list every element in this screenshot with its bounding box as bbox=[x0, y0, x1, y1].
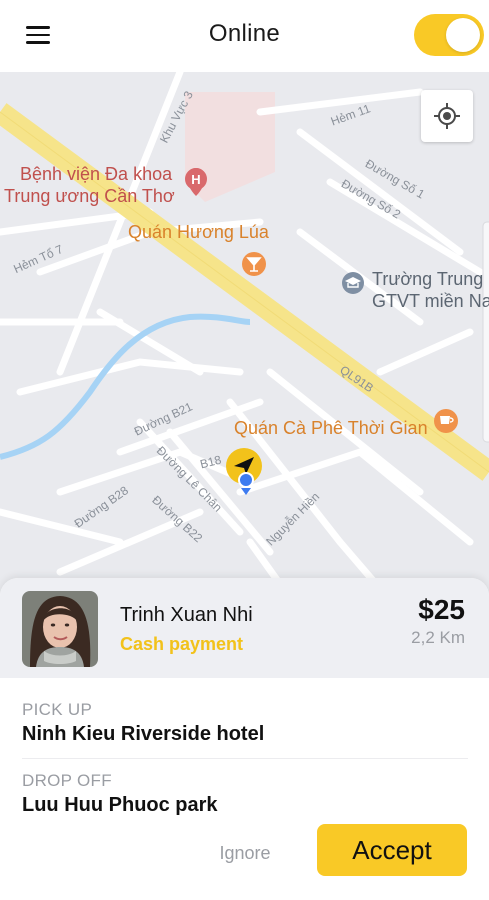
svg-text:H: H bbox=[191, 172, 200, 187]
map-edge-panel bbox=[482, 221, 489, 443]
ride-request-card: Trinh Xuan Nhi Cash payment $25 2,2 Km P… bbox=[0, 578, 489, 900]
online-toggle[interactable] bbox=[414, 14, 484, 56]
cafe-label: Quán Cà Phê Thời Gian bbox=[234, 418, 428, 438]
passenger-photo bbox=[22, 591, 98, 667]
avatar bbox=[22, 591, 98, 667]
dropoff-address: Luu Huu Phuoc park bbox=[22, 794, 218, 816]
dropoff-label: DROP OFF bbox=[22, 771, 112, 790]
hospital-label-line1: Bệnh viện Đa khoa bbox=[20, 164, 173, 184]
pickup-label: PICK UP bbox=[22, 700, 93, 719]
my-location-button[interactable] bbox=[421, 90, 473, 142]
trip-distance: 2,2 Km bbox=[411, 628, 465, 647]
restaurant-marker-icon bbox=[242, 252, 266, 276]
passenger-header: Trinh Xuan Nhi Cash payment $25 2,2 Km bbox=[0, 578, 489, 678]
top-bar: Online bbox=[0, 0, 489, 72]
school-label-line2: GTVT miền Na bbox=[372, 291, 489, 311]
map-roads: H bbox=[0, 72, 489, 612]
pickup-address: Ninh Kieu Riverside hotel bbox=[22, 723, 265, 745]
cafe-marker-icon bbox=[434, 409, 458, 433]
ignore-button[interactable]: Ignore bbox=[212, 838, 278, 868]
restaurant-label: Quán Hương Lúa bbox=[128, 222, 269, 242]
map-view[interactable]: H Bệnh viện Đa khoa Trung ương Cần Thơ Q… bbox=[0, 72, 489, 612]
toggle-knob bbox=[446, 18, 480, 52]
payment-method: Cash payment bbox=[120, 634, 244, 654]
fare-price: $25 bbox=[418, 594, 465, 625]
school-label-line1: Trường Trung bbox=[372, 269, 484, 289]
divider bbox=[22, 758, 468, 759]
my-location-icon bbox=[434, 103, 460, 129]
hospital-label-line2: Trung ương Cần Thơ bbox=[4, 186, 175, 206]
accept-button[interactable]: Accept bbox=[317, 824, 467, 876]
school-marker-icon bbox=[342, 272, 364, 294]
passenger-name: Trinh Xuan Nhi bbox=[120, 604, 253, 626]
